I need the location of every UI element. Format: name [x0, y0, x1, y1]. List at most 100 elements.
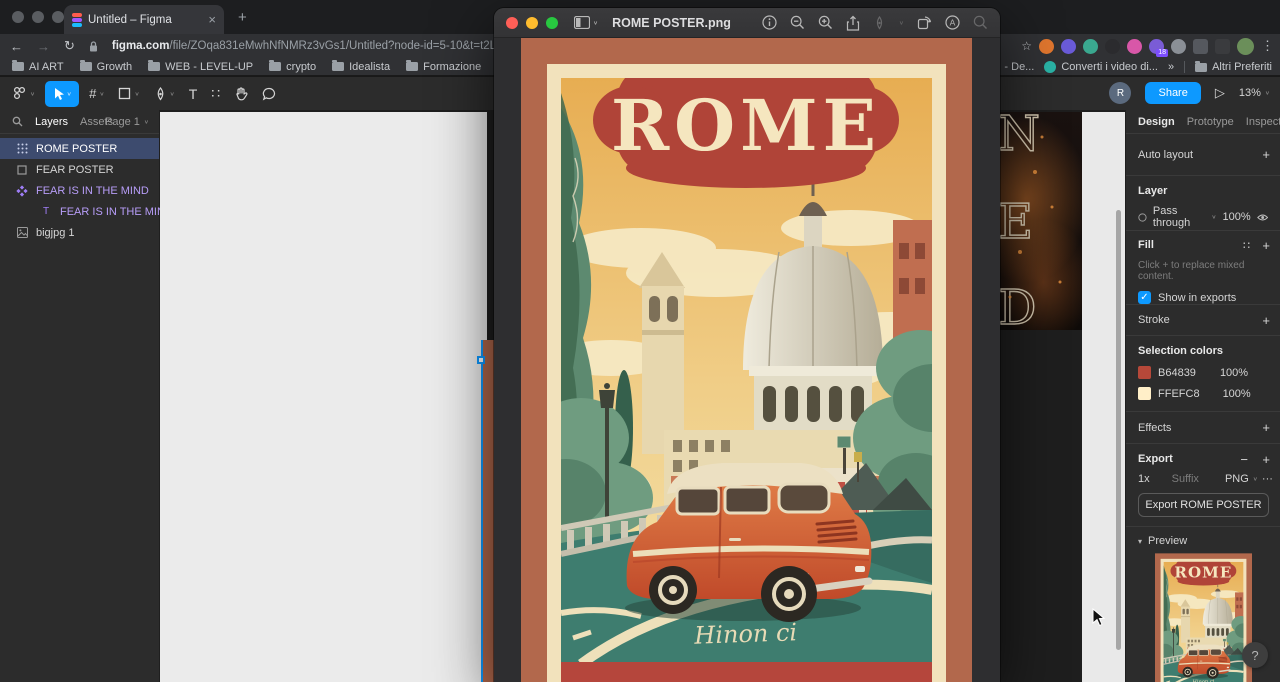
move-tool-button[interactable]: ∨: [45, 80, 80, 107]
export-remove-icon[interactable]: −: [1240, 452, 1248, 467]
back-icon[interactable]: ←: [10, 39, 23, 54]
user-avatar[interactable]: R: [1109, 82, 1132, 104]
browser-zoom-button[interactable]: [52, 11, 64, 23]
extension-icon-2[interactable]: [1061, 38, 1076, 54]
search-icon[interactable]: [973, 15, 988, 30]
bookmark-item[interactable]: Growth: [79, 60, 132, 73]
color-opacity[interactable]: 100%: [1220, 367, 1248, 379]
zoom-menu[interactable]: 13% ∨: [1239, 87, 1270, 99]
ql-minimize-button[interactable]: [526, 16, 538, 29]
ql-zoom-button[interactable]: [546, 16, 558, 29]
export-settings-icon[interactable]: ···: [1262, 473, 1273, 485]
browser-profile-avatar[interactable]: [1237, 37, 1254, 55]
layer-row-text[interactable]: T FEAR IS IN THE MIND: [0, 201, 173, 222]
url-text[interactable]: figma.com/file/ZOqa831eMwhNfNMRz3vGs1/Un…: [112, 40, 494, 52]
hand-tool-button[interactable]: [230, 86, 252, 101]
color-swatch[interactable]: [1138, 387, 1151, 400]
new-tab-button[interactable]: +: [238, 9, 247, 26]
layer-row-bigjpg[interactable]: bigjpg 1: [0, 222, 159, 243]
color-hex[interactable]: B64839: [1158, 367, 1196, 379]
browser-close-button[interactable]: [12, 11, 24, 23]
bookmark-item[interactable]: Idealista: [332, 60, 390, 73]
share-button[interactable]: Share: [1145, 82, 1201, 104]
help-button[interactable]: ?: [1242, 642, 1268, 668]
tab-inspect[interactable]: Inspect: [1246, 116, 1280, 128]
tab-layers[interactable]: Layers: [35, 116, 68, 128]
preview-caret-icon[interactable]: ▾: [1138, 537, 1142, 546]
text-tool-button[interactable]: T: [185, 86, 202, 102]
forward-icon[interactable]: →: [37, 39, 50, 54]
color-hex[interactable]: FFEFC8: [1158, 388, 1200, 400]
frame-tool-button[interactable]: # ∨: [85, 86, 108, 101]
extension-icon-3[interactable]: [1083, 38, 1098, 54]
bookmark-item[interactable]: crypto: [269, 60, 316, 73]
extension-icon-5[interactable]: [1127, 38, 1142, 54]
side-panel-icon[interactable]: [1215, 38, 1230, 54]
auto-layout-add-icon[interactable]: +: [1262, 147, 1270, 162]
export-button[interactable]: Export ROME POSTER: [1138, 493, 1269, 517]
bookmark-star-icon[interactable]: ☆: [1021, 39, 1032, 53]
search-icon[interactable]: [12, 116, 23, 127]
color-swatch[interactable]: [1138, 366, 1151, 379]
extensions-puzzle-icon[interactable]: [1193, 38, 1208, 54]
show-in-exports-checkbox[interactable]: ✓: [1138, 291, 1151, 304]
bookmark-item[interactable]: Converti i video di...: [1044, 61, 1158, 73]
layer-row-component[interactable]: FEAR IS IN THE MIND: [0, 180, 159, 201]
zoom-in-icon[interactable]: [818, 15, 833, 30]
resources-tool-button[interactable]: ∷: [207, 85, 224, 102]
browser-minimize-button[interactable]: [32, 11, 44, 23]
comment-tool-button[interactable]: [258, 87, 280, 101]
browser-tab[interactable]: Untitled – Figma ×: [64, 5, 224, 34]
pen-tool-button[interactable]: ∨: [150, 86, 179, 101]
quicklook-titlebar[interactable]: ∨ ROME POSTER.png ∨ A: [494, 8, 1000, 38]
tab-close-icon[interactable]: ×: [208, 12, 216, 27]
export-suffix-input[interactable]: Suffix: [1172, 473, 1199, 485]
bookmark-item[interactable]: - De...: [1004, 61, 1034, 73]
fill-styles-icon[interactable]: ∷: [1243, 239, 1250, 252]
export-scale-select[interactable]: 1x: [1138, 473, 1150, 485]
layer-opacity-value[interactable]: 100%: [1223, 211, 1251, 223]
selection-handle[interactable]: [477, 356, 485, 364]
info-icon[interactable]: [762, 15, 777, 30]
extension-icon-7[interactable]: [1171, 38, 1186, 54]
rotate-icon[interactable]: [917, 15, 932, 30]
fill-add-icon[interactable]: +: [1262, 238, 1270, 253]
zoom-out-icon[interactable]: [790, 15, 805, 30]
stroke-section-title: Stroke: [1138, 314, 1170, 326]
markup-chevron-icon[interactable]: ∨: [899, 19, 904, 26]
extension-icon-6[interactable]: 18: [1149, 38, 1168, 57]
color-opacity[interactable]: 100%: [1223, 388, 1251, 400]
present-play-icon[interactable]: ▷: [1215, 85, 1225, 101]
export-format-select[interactable]: PNG: [1225, 473, 1249, 485]
annotate-icon[interactable]: A: [945, 15, 960, 30]
extension-icon-4[interactable]: [1105, 38, 1120, 54]
layer-row-rome-poster[interactable]: ROME POSTER: [0, 138, 159, 159]
bookmarks-overflow-icon[interactable]: »: [1168, 61, 1174, 73]
blend-mode-icon[interactable]: [1138, 212, 1147, 223]
canvas-scrollbar[interactable]: [1116, 210, 1121, 650]
page-selector[interactable]: Page 1 ∨: [105, 116, 149, 128]
ql-close-button[interactable]: [506, 16, 518, 29]
bookmark-item[interactable]: WEB - LEVEL-UP: [148, 60, 253, 73]
markup-pen-icon[interactable]: [873, 15, 886, 30]
layer-row-fear-poster[interactable]: FEAR POSTER: [0, 159, 159, 180]
share-icon[interactable]: [846, 15, 860, 31]
eye-icon[interactable]: [1256, 213, 1268, 222]
component-icon: [16, 184, 28, 197]
stroke-add-icon[interactable]: +: [1262, 313, 1270, 328]
effects-add-icon[interactable]: +: [1262, 420, 1270, 435]
tab-design[interactable]: Design: [1138, 116, 1175, 128]
tab-prototype[interactable]: Prototype: [1187, 116, 1234, 128]
canvas-frame-white[interactable]: [160, 112, 487, 682]
extension-icon-1[interactable]: [1039, 38, 1054, 54]
export-add-icon[interactable]: +: [1262, 452, 1270, 467]
browser-menu-icon[interactable]: ⋮: [1261, 38, 1274, 54]
shape-tool-button[interactable]: ∨: [114, 87, 143, 100]
reload-icon[interactable]: ↻: [64, 38, 75, 54]
main-menu-icon[interactable]: ∨: [8, 86, 39, 101]
bookmark-item[interactable]: Formazione: [406, 60, 481, 73]
ql-sidebar-toggle[interactable]: ∨: [574, 16, 598, 29]
blend-mode-select[interactable]: Pass through: [1153, 205, 1205, 229]
bookmark-item[interactable]: AI ART: [12, 60, 64, 73]
bookmark-item[interactable]: Altri Preferiti: [1195, 60, 1272, 73]
